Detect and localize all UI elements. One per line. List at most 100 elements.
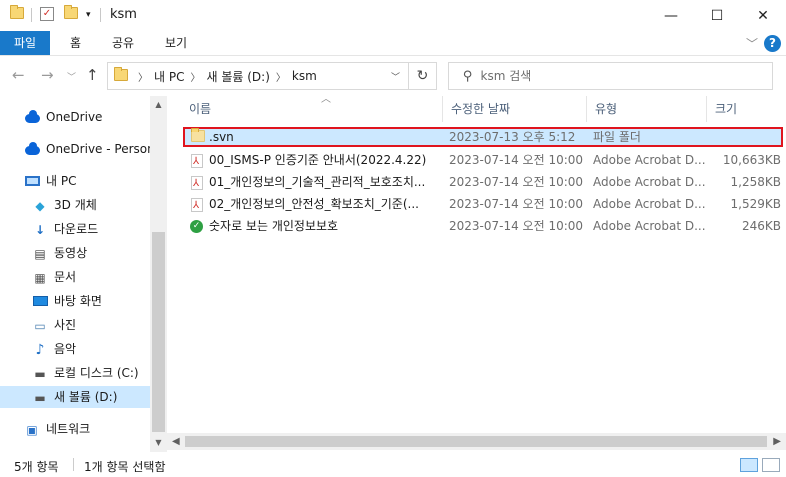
window-title: ksm xyxy=(110,7,137,22)
column-header-name[interactable]: 이름 ︿ xyxy=(181,94,443,122)
column-header-size[interactable]: 크기 xyxy=(707,96,782,122)
pc-icon xyxy=(24,171,40,193)
file-modified: 2023-07-14 오전 10:00 xyxy=(449,197,584,211)
breadcrumb-ksm[interactable]: ksm xyxy=(292,69,317,83)
search-box[interactable]: ⚲ xyxy=(448,62,773,90)
sidebar-item-desktop[interactable]: 바탕 화면 xyxy=(0,290,150,312)
file-modified: 2023-07-14 오전 10:00 xyxy=(449,219,584,233)
sidebar-item-downloads[interactable]: ↓ 다운로드 xyxy=(0,218,150,240)
desktop-icon xyxy=(32,291,48,313)
divider xyxy=(31,8,32,22)
close-button[interactable]: ✕ xyxy=(740,0,786,31)
divider xyxy=(100,8,101,22)
3d-objects-icon: ◆ xyxy=(35,198,45,213)
download-icon: ↓ xyxy=(34,222,46,237)
sidebar-item-label: OneDrive xyxy=(46,110,103,124)
document-icon: ▦ xyxy=(34,270,46,285)
item-count: 5개 항목 xyxy=(14,460,59,474)
column-header-modified[interactable]: 수정한 날짜 xyxy=(443,96,587,122)
status-bar: 5개 항목 1개 항목 선택함 xyxy=(0,452,786,477)
customize-toolbar-icon[interactable]: ▾ xyxy=(86,10,91,20)
chevron-right-icon[interactable]: 〉 xyxy=(276,69,286,84)
file-size: 246KB xyxy=(741,219,781,233)
address-dropdown-icon[interactable]: ﹀ xyxy=(391,70,400,83)
sidebar-item-label: 내 PC xyxy=(46,174,77,188)
scrollbar-thumb[interactable] xyxy=(152,232,165,432)
column-header-type[interactable]: 유형 xyxy=(587,96,707,122)
table-row[interactable]: ✓ 숫자로 보는 개인정보보호 2023-07-14 오전 10:00 Adob… xyxy=(183,216,783,236)
help-icon[interactable]: ? xyxy=(764,35,781,52)
table-row[interactable]: 01_개인정보의_기술적_관리적_보호조치... 2023-07-14 오전 1… xyxy=(183,172,783,192)
expand-ribbon-icon[interactable]: ﹀ xyxy=(746,35,758,52)
sort-ascending-icon: ︿ xyxy=(321,94,331,105)
folder-icon xyxy=(10,5,24,22)
recent-locations-icon[interactable]: ﹀ xyxy=(67,70,76,83)
refresh-button[interactable]: ↻ xyxy=(409,62,437,90)
network-icon: ▣ xyxy=(26,422,38,437)
navigation-scrollbar[interactable]: ▲ ▼ xyxy=(150,96,167,452)
column-header-label: 유형 xyxy=(595,102,618,116)
sidebar-item-label: OneDrive - Persona xyxy=(46,142,150,156)
file-name: 숫자로 보는 개인정보보호 xyxy=(209,219,339,233)
breadcrumb-my-pc[interactable]: 내 PC xyxy=(154,68,184,85)
chevron-right-icon[interactable]: 〉 xyxy=(190,69,200,84)
sidebar-item-pictures[interactable]: ▭ 사진 xyxy=(0,314,150,336)
maximize-button[interactable]: ☐ xyxy=(694,0,740,31)
scrollbar-thumb[interactable] xyxy=(185,436,767,447)
address-bar[interactable]: 〉 내 PC 〉 새 볼륨 (D:) 〉 ksm ﹀ xyxy=(107,62,409,90)
pdf-icon xyxy=(191,194,203,214)
scroll-up-icon[interactable]: ▲ xyxy=(150,100,167,109)
pdf-icon xyxy=(191,150,203,170)
search-input[interactable] xyxy=(480,69,721,83)
file-modified: 2023-07-14 오전 10:00 xyxy=(449,175,584,189)
properties-icon[interactable]: ✓ xyxy=(40,7,54,21)
file-type: Adobe Acrobat D... xyxy=(593,175,705,189)
sidebar-item-documents[interactable]: ▦ 문서 xyxy=(0,266,150,288)
sidebar-item-volume-d[interactable]: ▬ 새 볼륨 (D:) xyxy=(0,386,150,408)
onedrive-icon xyxy=(24,107,40,129)
sidebar-item-3d-objects[interactable]: ◆ 3D 개체 xyxy=(0,194,150,216)
selection-count: 1개 항목 선택함 xyxy=(84,460,166,474)
scroll-left-icon[interactable]: ◀ xyxy=(172,433,180,450)
table-row[interactable]: .svn 2023-07-13 오후 5:12 파일 폴더 xyxy=(183,127,783,147)
column-header-label: 이름 xyxy=(189,102,212,116)
navigation-bar: ← → ﹀ ↑ 〉 내 PC 〉 새 볼륨 (D:) 〉 ksm ﹀ ↻ ⚲ xyxy=(0,56,786,96)
tab-home[interactable]: 홈 xyxy=(56,31,95,55)
up-icon[interactable]: ↑ xyxy=(86,66,99,84)
music-icon: ♪ xyxy=(35,341,45,358)
large-icons-view-icon[interactable] xyxy=(762,458,780,472)
pictures-icon: ▭ xyxy=(34,318,46,333)
sidebar-item-label: 네트워크 xyxy=(46,422,91,436)
sidebar-item-label: 바탕 화면 xyxy=(54,294,102,308)
sidebar-item-videos[interactable]: ▤ 동영상 xyxy=(0,242,150,264)
sidebar-item-network[interactable]: ▣ 네트워크 xyxy=(0,418,150,440)
minimize-button[interactable]: — xyxy=(648,0,694,31)
sidebar-item-music[interactable]: ♪ 음악 xyxy=(0,338,150,360)
sidebar-item-local-disk-c[interactable]: ▬ 로컬 디스크 (C:) xyxy=(0,362,150,384)
folder-icon xyxy=(114,66,128,84)
navigation-pane: OneDrive OneDrive - Persona 내 PC ◆3D 개체 … xyxy=(0,96,167,452)
refresh-icon: ↻ xyxy=(416,68,429,84)
back-icon[interactable]: ← xyxy=(12,66,25,84)
table-row[interactable]: 02_개인정보의_안전성_확보조치_기준(... 2023-07-14 오전 1… xyxy=(183,194,783,214)
tab-share[interactable]: 공유 xyxy=(98,31,148,55)
chevron-right-icon[interactable]: 〉 xyxy=(138,69,148,84)
breadcrumb-volume-d[interactable]: 새 볼륨 (D:) xyxy=(206,68,269,85)
table-row[interactable]: 00_ISMS-P 인증기준 안내서(2022.4.22) 2023-07-14… xyxy=(183,150,783,170)
horizontal-scrollbar[interactable]: ◀ ▶ xyxy=(167,433,786,450)
forward-icon[interactable]: → xyxy=(41,66,54,84)
new-folder-icon[interactable] xyxy=(64,5,78,22)
video-icon: ▤ xyxy=(34,246,46,261)
scroll-down-icon[interactable]: ▼ xyxy=(150,438,167,447)
tab-view[interactable]: 보기 xyxy=(151,31,201,55)
sidebar-item-label: 새 볼륨 (D:) xyxy=(54,390,118,404)
tab-file[interactable]: 파일 xyxy=(0,31,51,55)
sidebar-item-onedrive[interactable]: OneDrive xyxy=(0,106,150,128)
scroll-right-icon[interactable]: ▶ xyxy=(773,433,781,450)
drive-icon: ▬ xyxy=(34,390,46,405)
sidebar-item-my-pc[interactable]: 내 PC xyxy=(0,170,150,192)
drive-icon: ▬ xyxy=(34,366,46,381)
details-view-icon[interactable] xyxy=(740,458,758,472)
sidebar-item-onedrive-personal[interactable]: OneDrive - Persona xyxy=(0,138,150,160)
sidebar-item-label: 다운로드 xyxy=(54,222,99,236)
